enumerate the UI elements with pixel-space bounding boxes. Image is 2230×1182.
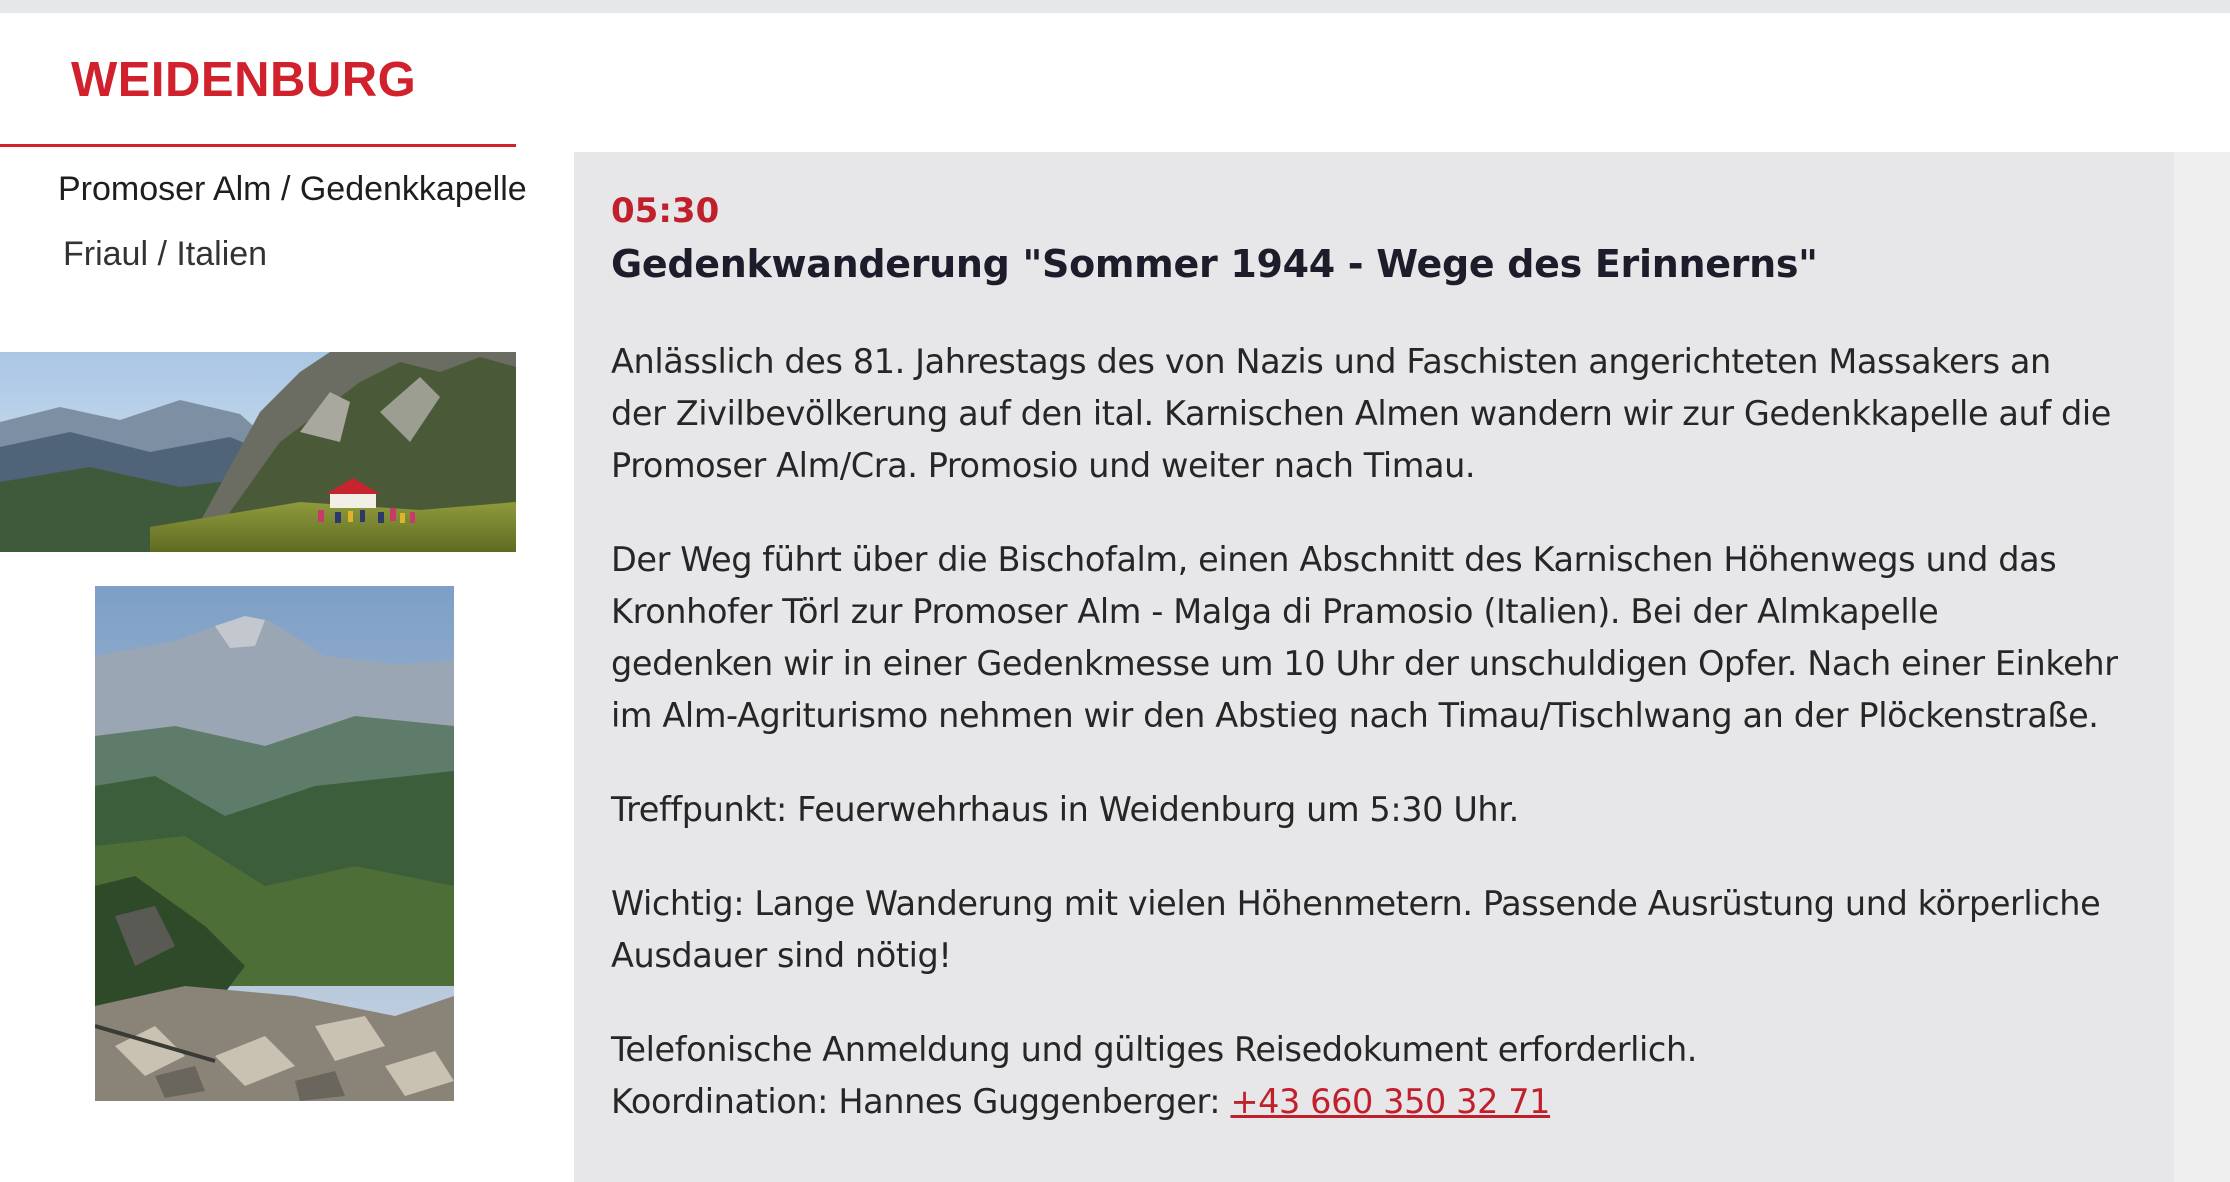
text-line: Treffpunkt: Feuerwehrhaus in Weidenburg …: [611, 790, 1519, 829]
text-line: gedenken wir in einer Gedenkmesse um 10 …: [611, 644, 2118, 683]
mountain-chapel-photo: [0, 352, 516, 552]
coordination-line: Koordination: Hannes Guggenberger: +43 6…: [611, 1076, 2156, 1128]
text-line: der Zivilbevölkerung auf den ital. Karni…: [611, 394, 2111, 433]
town-title: WEIDENBURG: [71, 53, 417, 107]
route-paragraph: Der Weg führt über die Bischofalm, einen…: [611, 534, 2156, 742]
text-line: Der Weg führt über die Bischofalm, einen…: [611, 540, 2057, 579]
text-line: Kronhofer Törl zur Promoser Alm - Malga …: [611, 592, 1939, 631]
event-panel: 05:30 Gedenkwanderung "Sommer 1944 - Weg…: [574, 152, 2174, 1182]
event-content: 05:30 Gedenkwanderung "Sommer 1944 - Weg…: [611, 190, 2156, 1128]
location-region: Friaul / Italien: [63, 235, 268, 273]
registration-text: Telefonische Anmeldung und gültiges Reis…: [611, 1030, 1698, 1069]
coordination-label: Koordination: Hannes Guggenberger:: [611, 1082, 1231, 1121]
intro-paragraph: Anlässlich des 81. Jahrestags des von Na…: [611, 336, 2156, 492]
alpine-valley-photo: [95, 586, 454, 1101]
top-strip: [0, 0, 2230, 13]
location-place: Promoser Alm / Gedenkkapelle: [58, 170, 527, 208]
accent-divider: [0, 144, 516, 147]
text-line: Ausdauer sind nötig!: [611, 936, 952, 975]
text-line: Wichtig: Lange Wanderung mit vielen Höhe…: [611, 884, 2101, 923]
important-paragraph: Wichtig: Lange Wanderung mit vielen Höhe…: [611, 878, 2156, 982]
event-title: Gedenkwanderung "Sommer 1944 - Wege des …: [611, 242, 1818, 286]
meeting-point-paragraph: Treffpunkt: Feuerwehrhaus in Weidenburg …: [611, 784, 2156, 836]
event-time: 05:30: [611, 191, 720, 231]
phone-link[interactable]: +43 660 350 32 71: [1230, 1082, 1550, 1121]
text-line: Promoser Alm/Cra. Promosio und weiter na…: [611, 446, 1476, 485]
panel-edge: [2174, 152, 2230, 1182]
registration-paragraph: Telefonische Anmeldung und gültiges Reis…: [611, 1024, 2156, 1128]
text-line: Anlässlich des 81. Jahrestags des von Na…: [611, 342, 2051, 381]
text-line: im Alm-Agriturismo nehmen wir den Abstie…: [611, 696, 2099, 735]
